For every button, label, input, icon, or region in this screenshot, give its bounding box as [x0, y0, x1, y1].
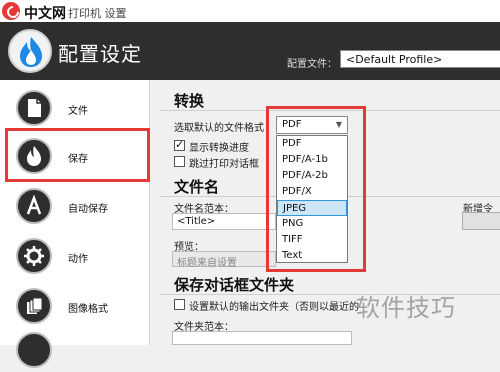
format-label: 选取默认的文件格式: [174, 123, 264, 134]
title-bar: 中文网 打印机 设置: [0, 0, 500, 22]
sidebar-item-label: 文件: [68, 106, 88, 117]
window-title: 打印机 设置: [68, 7, 127, 20]
app-logo-icon: [8, 29, 52, 73]
selection-highlight: [5, 128, 150, 182]
image-format-icon: [16, 288, 52, 324]
sidebar-item-more[interactable]: [16, 332, 146, 372]
more-icon: [16, 332, 52, 368]
sidebar-item-image-format[interactable]: 图像格式: [16, 288, 146, 328]
sidebar-item-autosave[interactable]: 自动保存: [16, 188, 146, 228]
header: 配置设定 配置文件： <Default Profile>: [0, 22, 500, 80]
site-logo-icon: [2, 2, 20, 20]
document-icon: [16, 90, 52, 126]
sidebar-item-document[interactable]: 文件: [16, 90, 146, 130]
show-progress-checkbox[interactable]: [174, 138, 185, 151]
sidebar-item-label: 动作: [68, 254, 88, 265]
page-title: 配置设定: [58, 42, 142, 66]
filename-template-input[interactable]: <Title>: [172, 213, 276, 230]
gear-icon: [16, 238, 52, 274]
sidebar: 文件 保存 自动保存 动作 图像格式: [0, 80, 150, 368]
sidebar-item-actions[interactable]: 动作: [16, 238, 146, 278]
preview-field: 标题来自设置: [172, 251, 276, 269]
default-folder-checkbox[interactable]: [174, 299, 185, 310]
auto-save-icon: [16, 188, 52, 224]
folder-template-input[interactable]: [172, 331, 352, 345]
sidebar-item-label: 图像格式: [68, 304, 108, 315]
show-progress-label: 显示转换进度: [189, 143, 249, 154]
skip-dialog-checkbox[interactable]: [174, 156, 185, 167]
profile-select[interactable]: <Default Profile>: [340, 50, 500, 68]
watermark: 软件技巧: [356, 294, 456, 322]
section-title-filename: 文件名: [174, 178, 220, 196]
section-title-convert: 转换: [174, 92, 205, 110]
sidebar-item-label: 自动保存: [68, 204, 108, 215]
dropdown-highlight: [266, 106, 366, 272]
add-token-button[interactable]: [462, 212, 500, 230]
profile-label: 配置文件：: [287, 59, 337, 70]
site-name: 中文网: [24, 6, 66, 22]
skip-dialog-label: 跳过打印对话框（: [189, 159, 269, 170]
section-title-save-dialog: 保存对话框文件夹: [174, 276, 295, 294]
default-folder-label: 设置默认的输出文件夹（否则以最近的: [189, 302, 359, 313]
